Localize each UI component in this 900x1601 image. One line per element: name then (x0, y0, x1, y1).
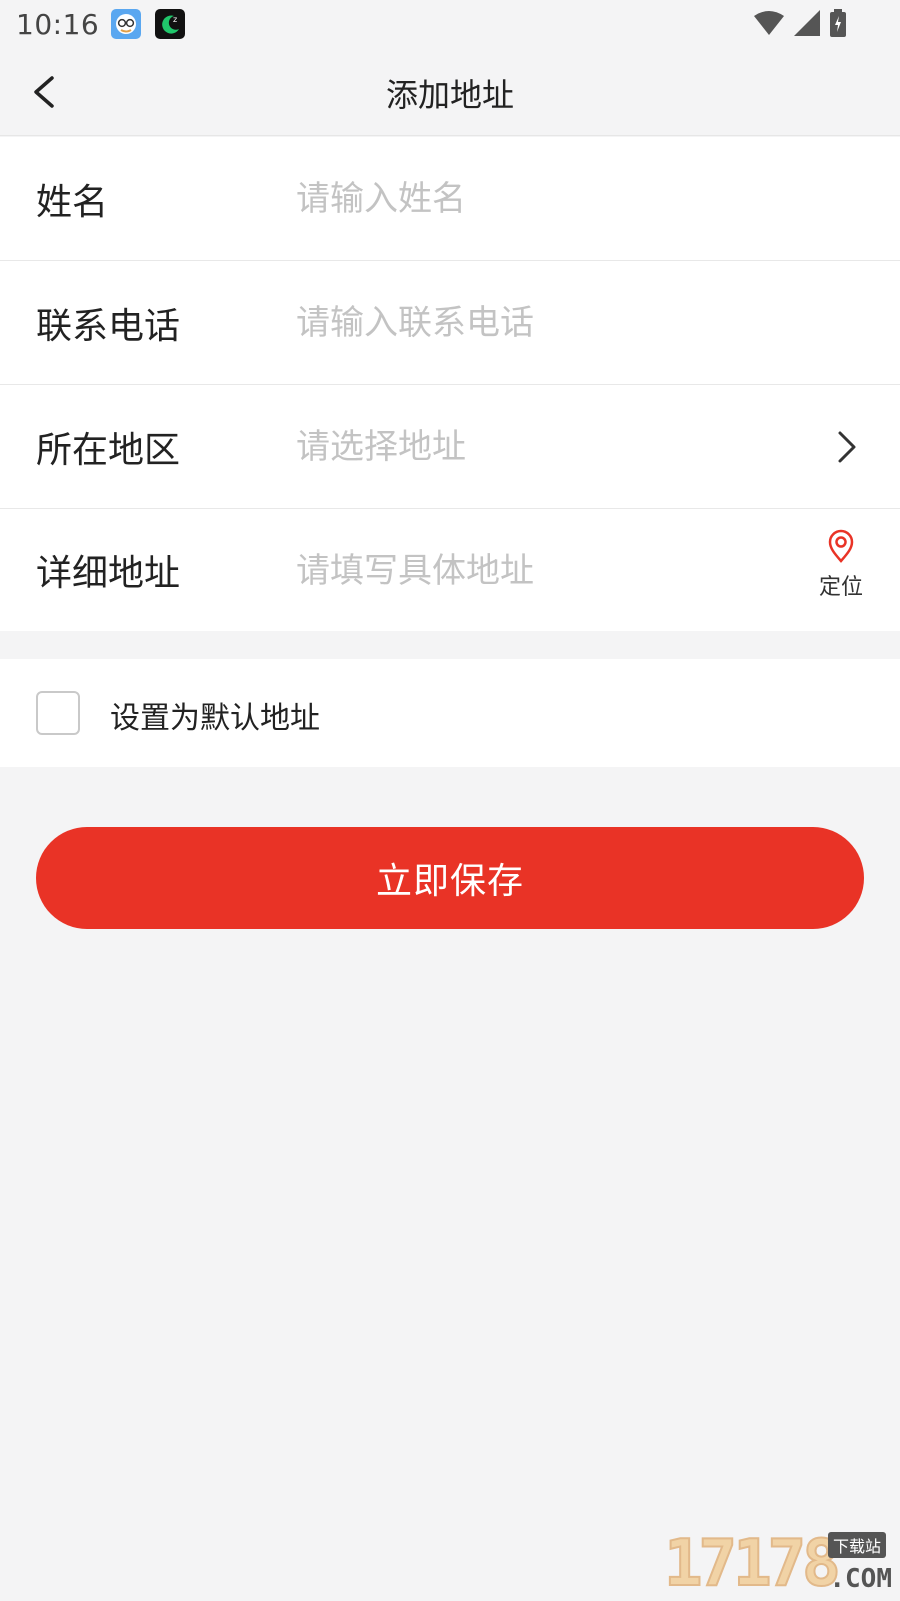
phone-label: 联系电话 (36, 297, 180, 349)
page-title: 添加地址 (0, 70, 900, 116)
status-indicators (754, 9, 846, 41)
save-button[interactable]: 立即保存 (36, 827, 864, 929)
battery-charging-icon (830, 9, 846, 41)
watermark-domain: .COM (829, 1564, 892, 1594)
region-label: 所在地区 (36, 421, 180, 473)
region-select[interactable] (296, 417, 776, 477)
watermark-digits: 17178 (664, 1532, 837, 1596)
location-pin-icon (826, 529, 856, 563)
locate-label: 定位 (812, 569, 870, 601)
name-label: 姓名 (36, 173, 108, 225)
phone-input[interactable] (296, 293, 776, 353)
svg-text:z: z (173, 15, 177, 24)
region-row[interactable]: 所在地区 (0, 385, 900, 509)
status-bar: 10:16 z (0, 0, 900, 48)
default-address-row: 设置为默认地址 (0, 659, 900, 767)
moon-app-icon: z (155, 9, 185, 39)
qq-face-app-icon (111, 9, 141, 39)
status-time: 10:16 (16, 8, 99, 41)
address-form: 姓名 联系电话 所在地区 详细地址 定位 (0, 137, 900, 631)
watermark-tag: 下载站 (828, 1532, 886, 1558)
detail-address-row: 详细地址 定位 (0, 509, 900, 631)
detail-address-input[interactable] (296, 541, 776, 601)
default-address-checkbox[interactable] (36, 691, 80, 735)
locate-button[interactable]: 定位 (812, 529, 870, 601)
cellular-signal-icon (794, 10, 820, 40)
phone-row: 联系电话 (0, 261, 900, 385)
wifi-icon (754, 10, 784, 40)
detail-address-label: 详细地址 (36, 544, 180, 596)
navigation-header: 添加地址 (0, 48, 900, 136)
chevron-right-icon (828, 427, 864, 467)
default-address-label[interactable]: 设置为默认地址 (110, 693, 320, 737)
name-input[interactable] (296, 169, 776, 229)
name-row: 姓名 (0, 137, 900, 261)
site-watermark-logo: 17178 下载站 .COM (664, 1532, 892, 1596)
